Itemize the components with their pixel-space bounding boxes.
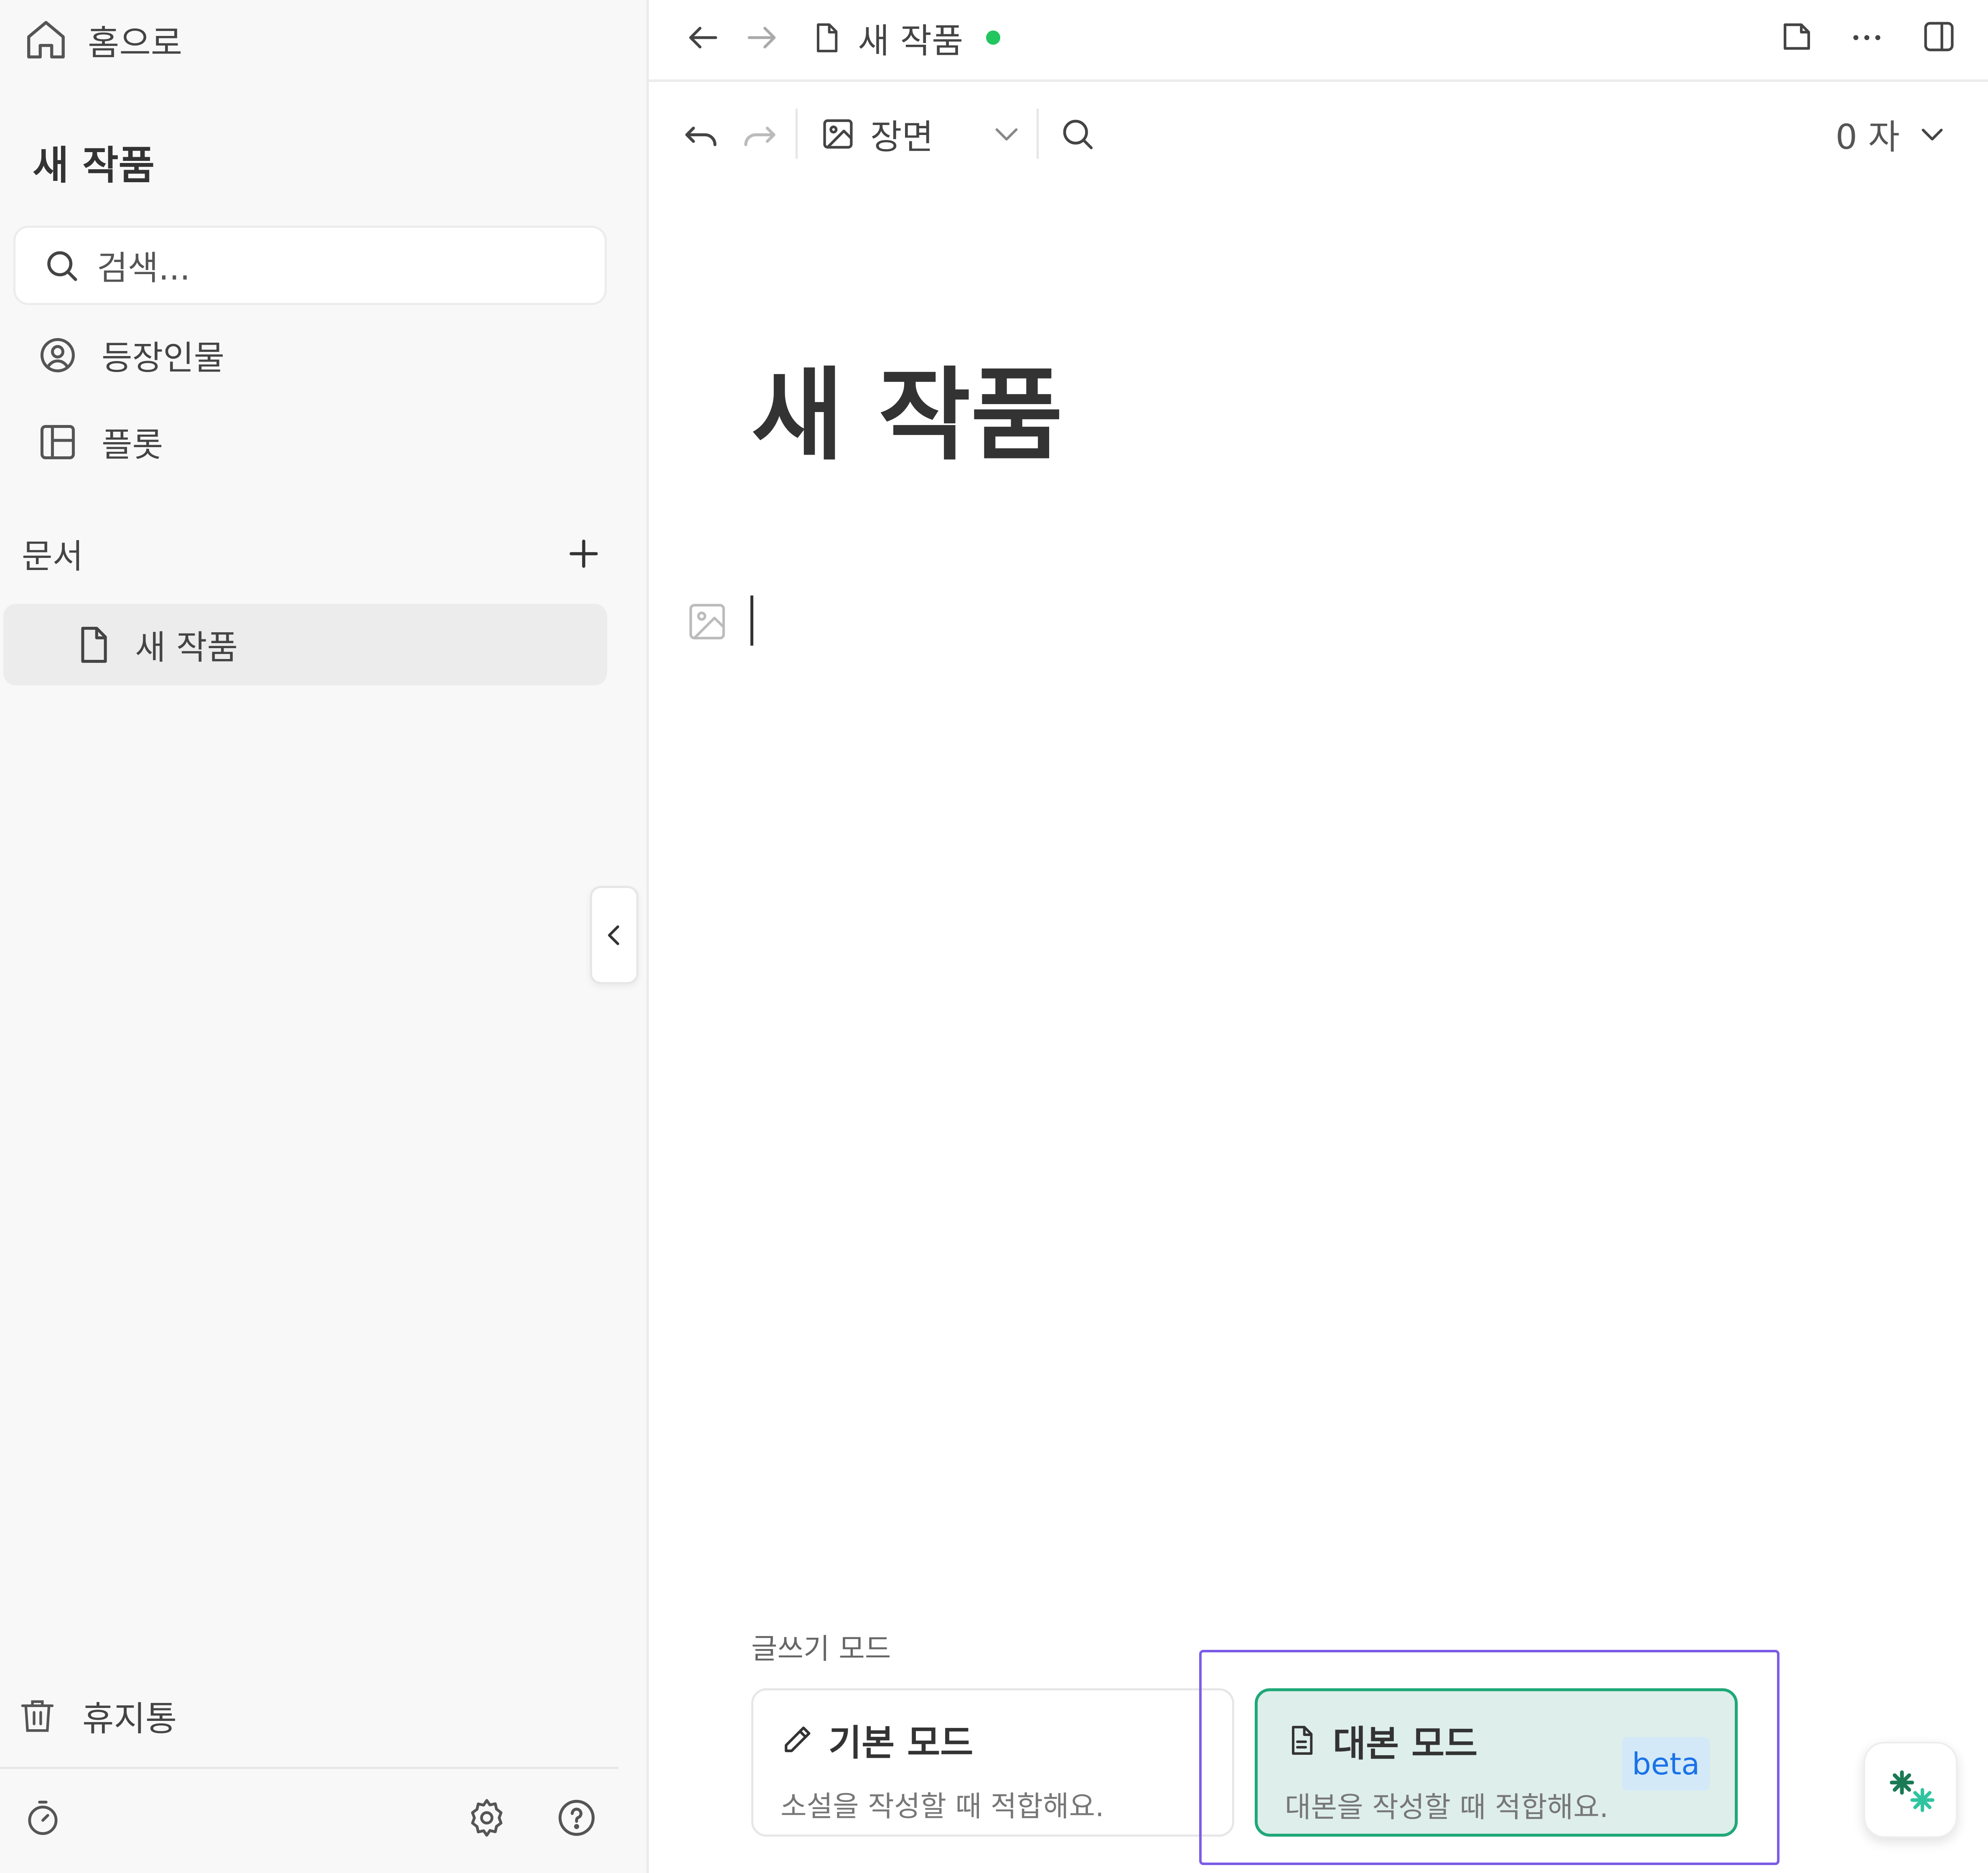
sidebar-divider — [0, 1767, 618, 1769]
chevron-left-icon — [600, 921, 629, 950]
home-link[interactable]: 홈으로 — [23, 13, 182, 67]
search-placeholder: 검색... — [97, 249, 191, 288]
user-circle-icon — [37, 334, 79, 376]
search-icon — [43, 247, 80, 284]
word-count: 0 자 — [1835, 117, 1900, 157]
back-button[interactable] — [684, 19, 722, 56]
chevron-down-icon — [1917, 118, 1948, 150]
image-icon — [820, 116, 856, 152]
documents-heading: 문서 — [22, 537, 84, 576]
basic-mode-title: 기본 모드 — [829, 1722, 974, 1764]
pencil-icon — [780, 1723, 814, 1756]
undo-icon — [685, 127, 717, 146]
plus-icon — [569, 540, 598, 568]
sidebar-item-characters[interactable]: 등장인물 — [37, 328, 224, 382]
ai-assistant-button[interactable] — [1863, 1742, 1957, 1838]
collapse-sidebar-button[interactable] — [590, 886, 638, 984]
document-item-label: 새 작품 — [135, 628, 238, 667]
layout-icon — [37, 421, 79, 463]
arrow-left-icon — [689, 27, 717, 48]
saved-status-dot — [986, 31, 1001, 45]
word-count-dropdown[interactable]: 0 자 — [1835, 109, 1948, 159]
timer-button[interactable] — [23, 1797, 63, 1839]
undo-button[interactable] — [680, 115, 720, 155]
trash-icon — [18, 1694, 57, 1738]
document-tab-title: 새 작품 — [858, 21, 963, 61]
sidebar-item-label: 플롯 — [102, 425, 163, 464]
search-icon — [1063, 120, 1093, 150]
editor-pane: 새 작품 장면 0 자 새 작품 글쓰기 모드 기본 모드 소설을 작성할 때 … — [649, 0, 1988, 1873]
home-label: 홈으로 — [88, 23, 183, 63]
more-icon — [1853, 35, 1881, 40]
writing-mode-label: 글쓰기 모드 — [751, 1633, 891, 1666]
basic-mode-description: 소설을 작성할 때 적합해요. — [780, 1790, 1104, 1823]
forward-button[interactable] — [743, 19, 780, 56]
image-placeholder-icon — [689, 604, 725, 639]
home-icon — [23, 17, 69, 63]
trash-label: 휴지통 — [82, 1699, 177, 1739]
insert-image-button[interactable] — [685, 600, 729, 644]
sidebar-item-label: 등장인물 — [102, 338, 225, 377]
toolbar-separator — [796, 109, 798, 159]
file-icon — [810, 20, 843, 56]
gear-icon — [471, 1799, 503, 1837]
settings-button[interactable] — [466, 1797, 508, 1839]
sidebar-right-icon — [1924, 22, 1954, 51]
help-button[interactable] — [556, 1797, 597, 1839]
file-text-icon — [1285, 1723, 1318, 1758]
basic-mode-card[interactable]: 기본 모드 소설을 작성할 때 적합해요. — [751, 1688, 1234, 1837]
chevron-down-icon — [990, 117, 1023, 150]
find-button[interactable] — [1058, 115, 1096, 153]
arrow-right-icon — [747, 27, 776, 48]
redo-icon — [744, 127, 775, 146]
more-options-button[interactable] — [1848, 19, 1886, 56]
trash-link[interactable]: 휴지통 — [18, 1688, 177, 1743]
toggle-panel-button[interactable] — [1921, 19, 1957, 54]
project-title: 새 작품 — [33, 143, 155, 188]
page-icon — [1783, 23, 1810, 50]
block-type-label: 장면 — [870, 117, 933, 157]
documents-header: 문서 — [22, 527, 607, 581]
beta-badge: beta — [1622, 1737, 1710, 1791]
text-caret — [750, 595, 753, 646]
document-title[interactable]: 새 작품 — [751, 334, 1063, 479]
top-bar: 새 작품 — [649, 0, 1988, 82]
toolbar-separator — [1037, 109, 1039, 159]
sidebar-item-plot[interactable]: 플롯 — [37, 415, 163, 469]
redo-button[interactable] — [741, 115, 780, 155]
search-input[interactable]: 검색... — [13, 226, 607, 305]
document-item[interactable]: 새 작품 — [3, 604, 607, 685]
file-icon — [72, 624, 114, 666]
add-document-button[interactable] — [565, 535, 603, 573]
card-title-row: 기본 모드 — [780, 1713, 1207, 1766]
block-type-dropdown[interactable]: 장면 — [820, 109, 1023, 159]
script-mode-card[interactable]: 대본 모드 대본을 작성할 때 적합해요. beta — [1255, 1688, 1738, 1837]
sidebar: 홈으로 새 작품 검색... 등장인물 플롯 문서 새 작품 휴지통 — [0, 0, 649, 1873]
help-circle-icon — [558, 1799, 595, 1836]
sparkle-icon — [1881, 1761, 1940, 1819]
timer-icon — [28, 1801, 58, 1835]
document-tab[interactable]: 새 작품 — [810, 17, 1001, 61]
page-view-button[interactable] — [1779, 19, 1815, 54]
script-mode-title: 대본 모드 — [1333, 1723, 1478, 1765]
